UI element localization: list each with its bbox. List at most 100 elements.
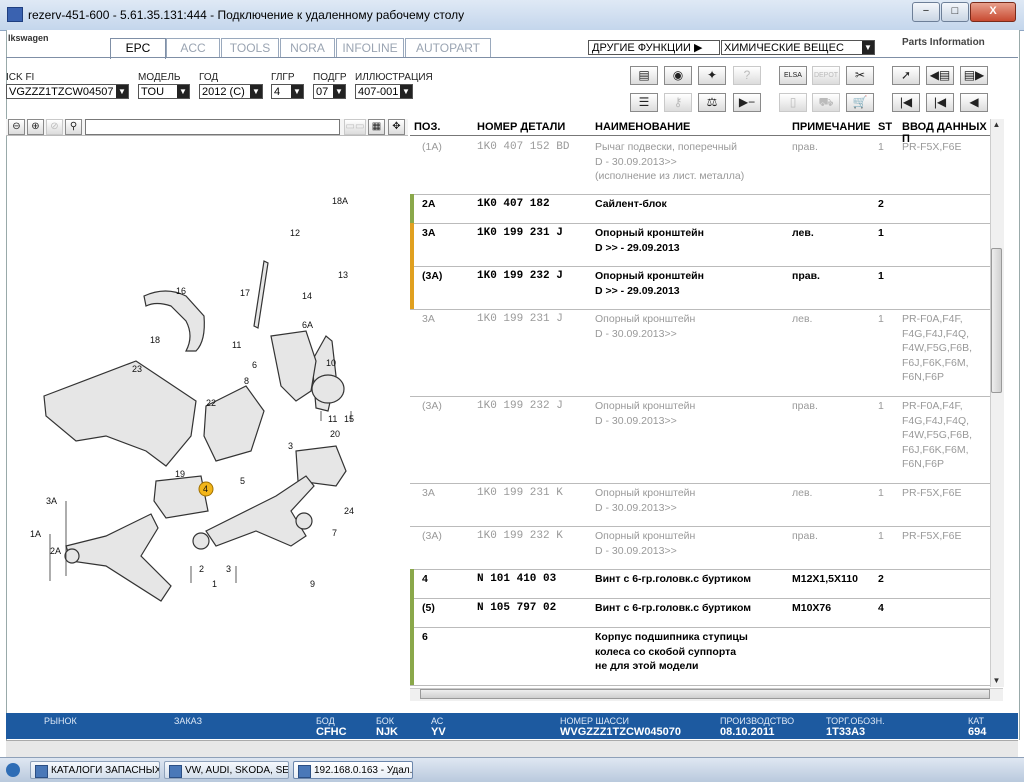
table-row[interactable]: 3A 1K0 199 231 K Опорный кронштейн D - 30.… [410,483,990,527]
label-3[interactable]: 3 [288,441,293,451]
label-2a[interactable]: 2A [50,546,61,556]
label-3a[interactable]: 3A [46,496,57,506]
task-vw-audi[interactable]: VW, AUDI, SKODA, SEAT [164,761,289,779]
table-row[interactable]: 3A 1K0 199 231 J Опорный кронштейн D - 30.… [410,309,990,397]
label-23[interactable]: 23 [132,364,142,374]
tab-infoline[interactable]: INFOLINE [336,38,404,58]
move-icon[interactable]: ✥ [388,119,405,135]
left-icon[interactable]: ◀ [960,93,988,112]
tab-nora[interactable]: NORA [280,38,335,58]
link-rod-part[interactable] [253,260,269,329]
list-icon[interactable]: ☰ [630,93,658,112]
maximize-button[interactable]: □ [941,2,969,22]
diagram-search-input[interactable] [85,119,340,135]
table-row[interactable]: 6 Корпус подшипника ступицы колеса со ско… [410,627,990,686]
scroll-up-icon[interactable]: ▲ [991,120,1002,131]
bushing-2a-part[interactable] [64,548,80,564]
tab-autopart[interactable]: AUTOPART [405,38,491,58]
chemical-select[interactable]: ХИМИЧЕСКИЕ ВЕЩЕС ▼ [721,40,875,55]
col-st[interactable]: ST [878,121,892,133]
support-bracket-part[interactable] [153,475,209,519]
other-functions-button[interactable]: ДРУГИЕ ФУНКЦИИ ▶ [588,40,720,55]
filter-model-select[interactable]: TOU ▼ [138,84,190,99]
control-arm-right-part[interactable] [205,475,315,547]
label-18[interactable]: 18 [150,335,160,345]
label-6[interactable]: 6 [252,360,257,370]
label-5[interactable]: 5 [240,476,245,486]
label-24[interactable]: 24 [344,506,354,516]
table-view-icon[interactable]: ▦ [368,119,385,135]
scale-icon[interactable]: ⚖ [698,93,726,112]
knuckle-part[interactable] [270,330,317,402]
horizontal-scroll-thumb[interactable] [420,689,990,699]
prev-page-icon[interactable]: ◀▤ [926,66,954,85]
label-12[interactable]: 12 [290,228,300,238]
start-icon[interactable] [6,763,20,777]
task-catalogs[interactable]: КАТАЛОГИ ЗАПАСНЫХ ... [30,761,160,779]
label-7[interactable]: 7 [332,528,337,538]
label-1a[interactable]: 1A [30,529,41,539]
zoom-out-icon[interactable]: ⊖ [8,119,25,135]
search-icon[interactable]: ⚲ [65,119,82,135]
filter-subgroup-select[interactable]: 07 ▼ [313,84,346,99]
label-16[interactable]: 16 [176,286,186,296]
col-part-number[interactable]: НОМЕР ДЕТАЛИ [477,121,565,133]
window-titlebar[interactable]: rezerv-451-600 - 5.61.35.131:444 - Подкл… [0,0,1024,31]
minimize-button[interactable]: − [912,2,940,22]
label-2[interactable]: 2 [199,564,204,574]
parts-icon[interactable]: ✦ [698,66,726,85]
audio-icon[interactable]: ◉ [664,66,692,85]
label-17[interactable]: 17 [240,288,250,298]
next-page-icon[interactable]: ▤▶ [960,66,988,85]
table-row[interactable]: 3A 1K0 199 231 J Опорный кронштейн D >> - … [410,223,990,267]
table-row[interactable]: (3A) 1K0 199 232 J Опорный кронштейн D >> … [410,266,990,310]
label-22[interactable]: 22 [206,398,216,408]
filter-illustration-select[interactable]: 407-001 ▼ [355,84,413,99]
task-remote-session[interactable]: 192.168.0.163 - Удал... [293,761,413,779]
table-row[interactable]: 2A 1K0 407 182 Сайлент-блок 2 [410,194,990,224]
table-row[interactable]: 4 N 101 410 03 Винт с 6-гр.головк.с буртик… [410,569,990,599]
label-18a[interactable]: 18A [332,196,348,206]
label-13[interactable]: 13 [338,270,348,280]
first-icon[interactable]: |◀ [892,93,920,112]
label-11[interactable]: 11 [232,340,241,350]
key-icon[interactable]: ⚷ [664,93,692,112]
split-view-icon[interactable]: ▭▭ [344,119,366,135]
label-19[interactable]: 19 [175,469,185,479]
print-icon[interactable]: ▤ [630,66,658,85]
label-8[interactable]: 8 [244,376,249,386]
scissors-icon[interactable]: ✂ [846,66,874,85]
label-3b[interactable]: 3 [226,564,231,574]
label-1[interactable]: 1 [212,579,217,589]
control-arm-left-part[interactable] [65,513,172,602]
help-icon[interactable]: ? [733,66,761,85]
col-name[interactable]: НАИМЕНОВАНИЕ [595,121,690,133]
table-row[interactable]: (3A) 1K0 199 232 K Опорный кронштейн D - 3… [410,526,990,570]
vehicle-icon[interactable]: ⛟ [812,93,840,112]
col-note[interactable]: ПРИМЕЧАНИЕ [792,121,871,133]
ball-joint-part[interactable] [295,512,313,530]
label-4[interactable]: 4 [203,484,208,494]
close-button[interactable]: X [970,2,1016,22]
scroll-down-icon[interactable]: ▼ [991,676,1002,687]
label-6a[interactable]: 6A [302,320,313,330]
pin-icon[interactable]: ➚ [892,66,920,85]
label-15[interactable]: 15 [344,414,354,424]
vertical-scroll-thumb[interactable] [991,248,1002,393]
label-11b[interactable]: 11 [328,414,337,424]
label-14[interactable]: 14 [302,291,312,301]
parts-diagram[interactable]: 18A 12 13 16 17 14 6A 18 11 6 8 10 23 22… [6,136,408,711]
zoom-in-icon[interactable]: ⊕ [27,119,44,135]
vertical-scrollbar[interactable] [990,119,1004,687]
label-9[interactable]: 9 [310,579,315,589]
filter-group-select[interactable]: 4 ▼ [271,84,304,99]
play-minus-icon[interactable]: ▶− [733,93,761,112]
zoom-reset-icon[interactable]: ⊘ [46,119,63,135]
tab-tools[interactable]: TOOLS [221,38,279,58]
cart-icon[interactable]: 🛒 [846,93,874,112]
table-row[interactable]: (5) N 105 797 02 Винт с 6-гр.головк.с бурт… [410,598,990,628]
bushing-2-part[interactable] [192,532,210,550]
table-row[interactable]: (3A) 1K0 199 232 J Опорный кронштейн D - 3… [410,396,990,484]
col-pos[interactable]: ПОЗ. [414,121,440,133]
tab-acc[interactable]: ACC [166,38,220,58]
